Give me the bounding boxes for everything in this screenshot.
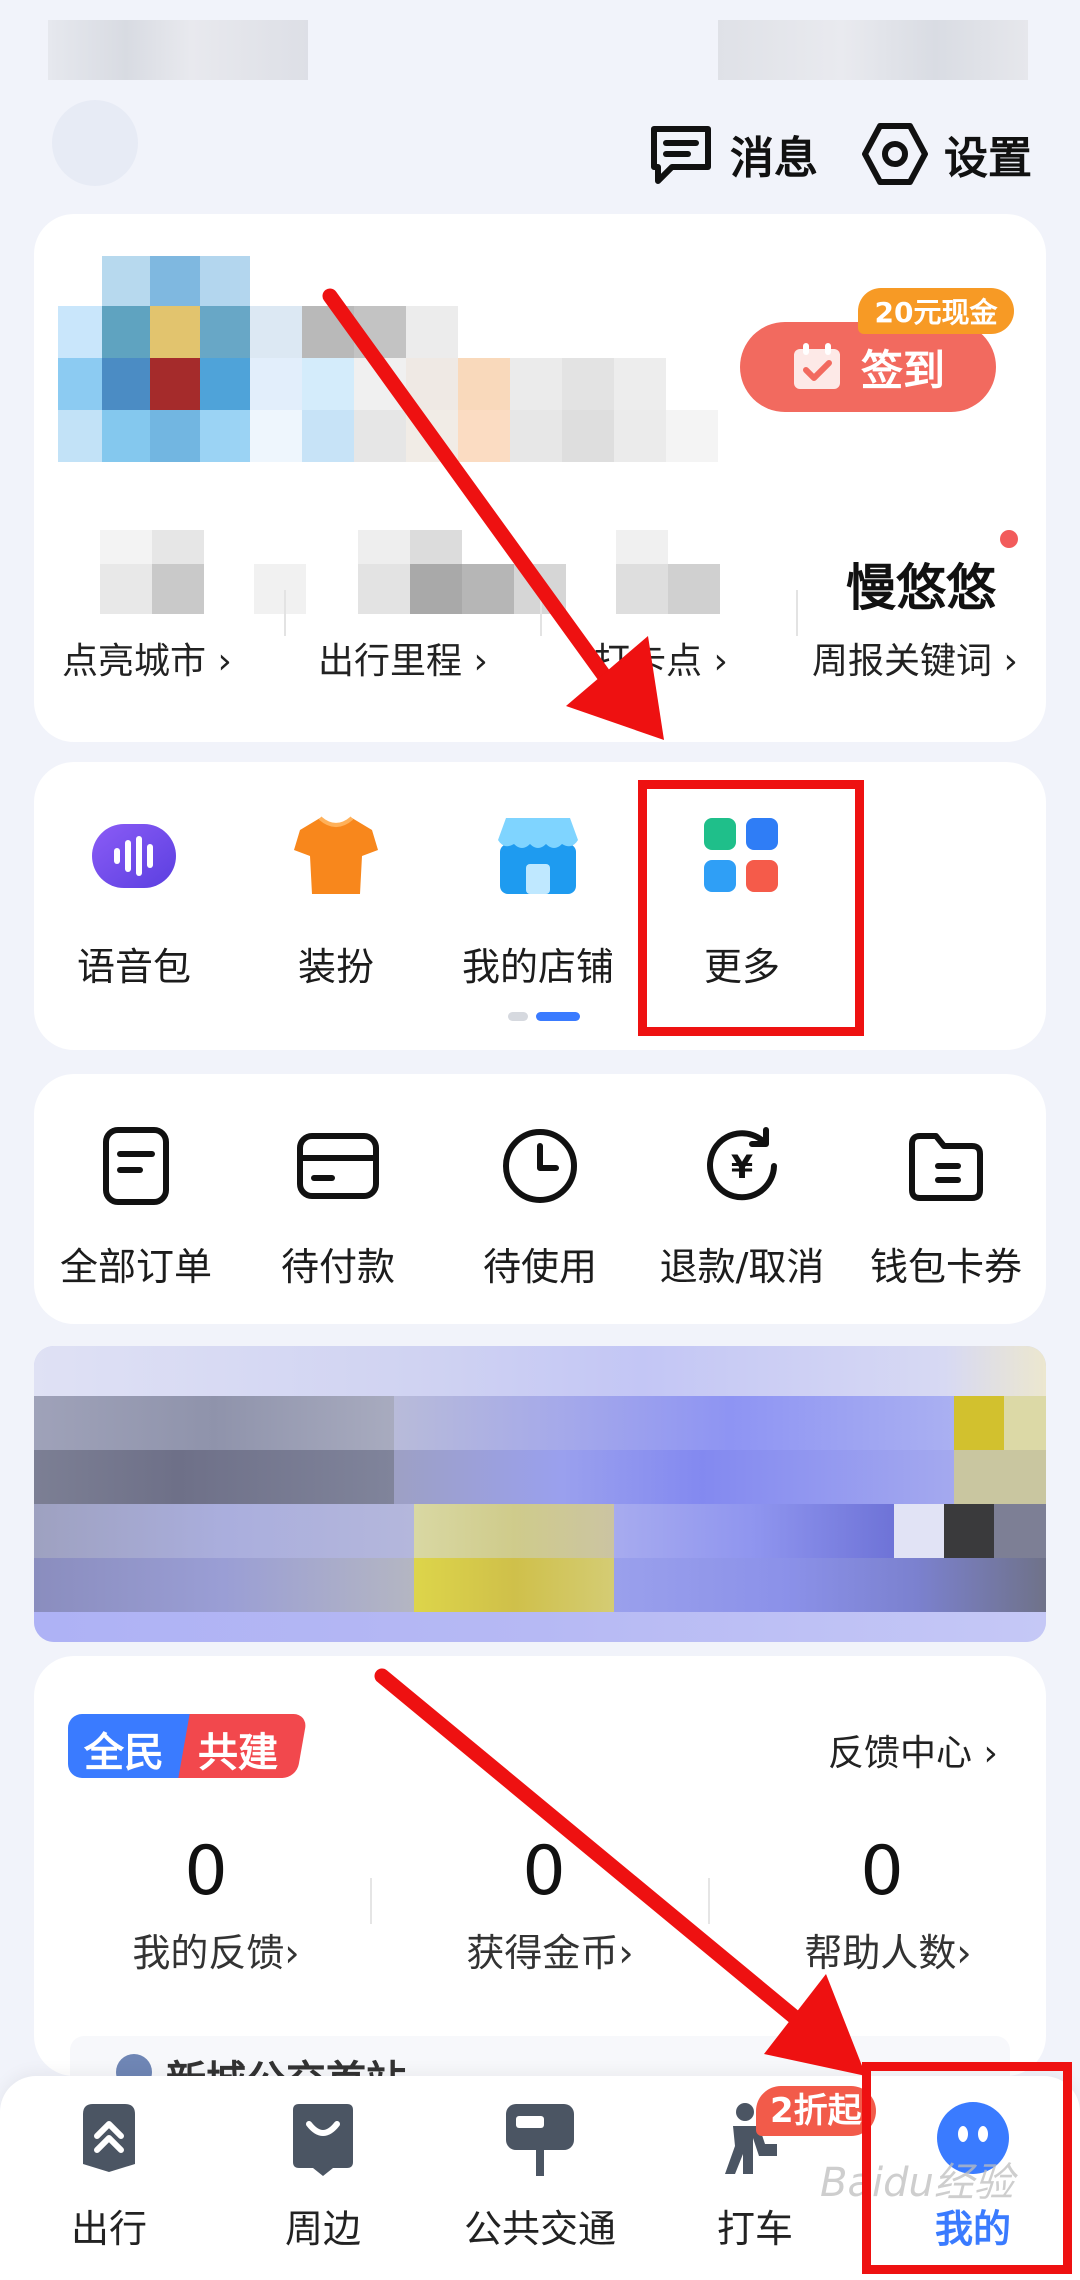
divider <box>284 590 286 636</box>
stat-cities-link[interactable]: 点亮城市 › <box>62 632 232 684</box>
settings-button[interactable]: 设置 <box>860 118 1032 190</box>
stat-keywords-label: 周报关键词 <box>812 641 993 682</box>
order-all[interactable]: 全部订单 <box>36 1124 236 1291</box>
order-label: 退款/取消 <box>659 1245 825 1289</box>
order-wallet[interactable]: 钱包卡券 <box>846 1124 1046 1291</box>
notification-dot <box>1000 530 1018 548</box>
nickname: 慢悠悠 <box>846 559 996 617</box>
helped-link[interactable]: 帮助人数› <box>758 1922 1018 1977</box>
stat-cities-label: 点亮城市 <box>62 641 207 682</box>
order-pending-payment[interactable]: 待付款 <box>238 1124 438 1291</box>
my-feedback-label: 我的反馈 <box>132 1931 285 1975</box>
tab-label: 出行 <box>70 2207 147 2251</box>
co-build-text-left: 全民 <box>84 1730 164 1776</box>
tool-label: 语音包 <box>76 945 191 989</box>
divider <box>540 590 542 636</box>
stat-checkpoints-link[interactable]: 打卡点 › <box>594 632 728 684</box>
co-build-text-right: 共建 <box>198 1730 278 1776</box>
highlight-more-box <box>638 780 864 1036</box>
calendar-check-icon <box>793 343 840 389</box>
my-feedback-count: 0 <box>184 1832 228 1911</box>
tab-travel[interactable]: 出行 <box>14 2098 204 2253</box>
my-feedback-link[interactable]: 我的反馈› <box>86 1922 346 1977</box>
settings-icon <box>862 123 928 185</box>
helped-count: 0 <box>860 1832 904 1911</box>
messages-label: 消息 <box>730 133 818 184</box>
tool-voice-pack[interactable]: 语音包 <box>44 810 224 991</box>
order-label: 待付款 <box>280 1245 395 1289</box>
order-label: 全部订单 <box>59 1245 212 1289</box>
svg-text:¥: ¥ <box>731 1148 753 1186</box>
divider <box>708 1878 710 1924</box>
nearby-tab-icon <box>293 2104 353 2176</box>
page-indicator-active <box>536 1012 580 1021</box>
divider <box>796 590 798 636</box>
feedback-center-label: 反馈中心 <box>828 1733 973 1774</box>
messages-button[interactable]: 消息 <box>646 118 818 190</box>
tool-my-shop[interactable]: 我的店铺 <box>448 810 628 991</box>
bus-stop-icon <box>506 2104 574 2176</box>
checkin-button[interactable]: 签到 <box>740 322 996 412</box>
status-bar-right <box>718 20 1028 80</box>
card-icon <box>297 1133 379 1199</box>
refund-icon: ¥ <box>707 1127 777 1201</box>
cash-reward-badge: 20元现金 <box>858 288 1014 334</box>
coins-earned-count: 0 <box>522 1832 566 1911</box>
stat-mileage-link[interactable]: 出行里程 › <box>318 632 488 684</box>
order-label: 钱包卡券 <box>869 1245 1022 1289</box>
coins-earned-label: 获得金币 <box>466 1931 619 1975</box>
order-to-use[interactable]: 待使用 <box>440 1124 640 1291</box>
info-icon <box>116 2054 152 2076</box>
wallet-icon <box>909 1133 983 1201</box>
stat-value-mosaic <box>100 530 720 614</box>
tool-label: 装扮 <box>297 945 374 989</box>
clock-icon <box>503 1129 577 1203</box>
taxi-discount-badge: 2折起 <box>756 2086 876 2136</box>
highlight-mine-tab-box <box>862 2062 1072 2274</box>
stat-mileage-label: 出行里程 <box>318 641 463 682</box>
tool-outfit[interactable]: 装扮 <box>246 810 426 991</box>
order-label: 待使用 <box>482 1245 597 1289</box>
order-refund[interactable]: ¥ 退款/取消 <box>642 1124 842 1291</box>
tab-label: 周边 <box>284 2207 361 2251</box>
promo-banner[interactable] <box>34 1346 1046 1642</box>
tab-public-transit[interactable]: 公共交通 <box>445 2098 635 2253</box>
avatar-small <box>52 100 138 186</box>
feedback-center-link[interactable]: 反馈中心 › <box>828 1724 998 1776</box>
stat-checkpoints-label: 打卡点 <box>594 641 703 682</box>
message-icon <box>651 126 711 184</box>
helped-label: 帮助人数 <box>804 1931 957 1975</box>
order-list-icon <box>103 1127 169 1205</box>
tshirt-icon <box>294 816 378 894</box>
voice-pack-icon <box>92 824 176 888</box>
tab-nearby[interactable]: 周边 <box>228 2098 418 2253</box>
shop-icon <box>498 818 578 894</box>
tool-label: 我的店铺 <box>461 945 614 989</box>
stat-keywords-link[interactable]: 周报关键词 › <box>812 632 1018 684</box>
status-bar-left <box>48 20 308 80</box>
divider <box>370 1878 372 1924</box>
page-indicator-inactive <box>508 1012 528 1021</box>
avatar[interactable] <box>58 256 718 462</box>
tab-label: 公共交通 <box>463 2207 616 2251</box>
settings-label: 设置 <box>944 133 1032 184</box>
travel-tab-icon <box>83 2104 135 2172</box>
coins-earned-link[interactable]: 获得金币› <box>420 1922 680 1977</box>
co-build-badge: 全民 共建 <box>68 1714 308 1778</box>
checkin-label: 签到 <box>860 345 945 395</box>
feedback-peek-text: 新城公交首站 <box>166 2048 406 2076</box>
